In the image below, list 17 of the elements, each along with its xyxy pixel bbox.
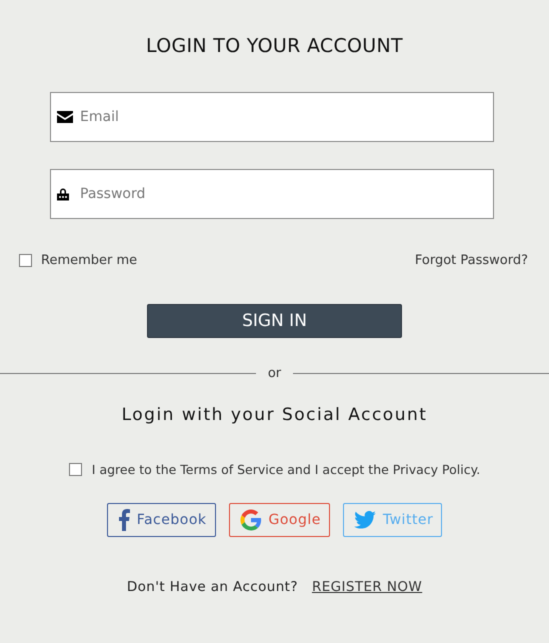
form-title: LOGIN TO YOUR ACCOUNT: [145, 34, 404, 59]
facebook-icon: [118, 509, 130, 531]
checkbox-label: Remember me: [41, 253, 138, 268]
terms-label: I agree to the Terms of Service and I accept the Privacy Policy.: [92, 462, 480, 477]
sign-in-button[interactable]: SIGN IN: [147, 304, 402, 338]
forgot-password-link[interactable]: Forgot Password?: [414, 253, 528, 268]
register-prompt: Don't Have an Account?: [126, 579, 298, 595]
divider-label: or: [268, 366, 282, 381]
social-login-button[interactable]: Facebook: [106, 503, 216, 537]
bird-icon: [354, 511, 376, 529]
checkbox[interactable]: [68, 463, 82, 476]
social-heading: Login with your Social Account: [120, 405, 428, 425]
google-icon: [240, 509, 262, 531]
checkbox[interactable]: [19, 254, 32, 267]
register-link[interactable]: REGISTER NOW: [312, 579, 422, 595]
input-field[interactable]: Password: [50, 169, 494, 219]
input-field[interactable]: Email: [50, 92, 494, 142]
